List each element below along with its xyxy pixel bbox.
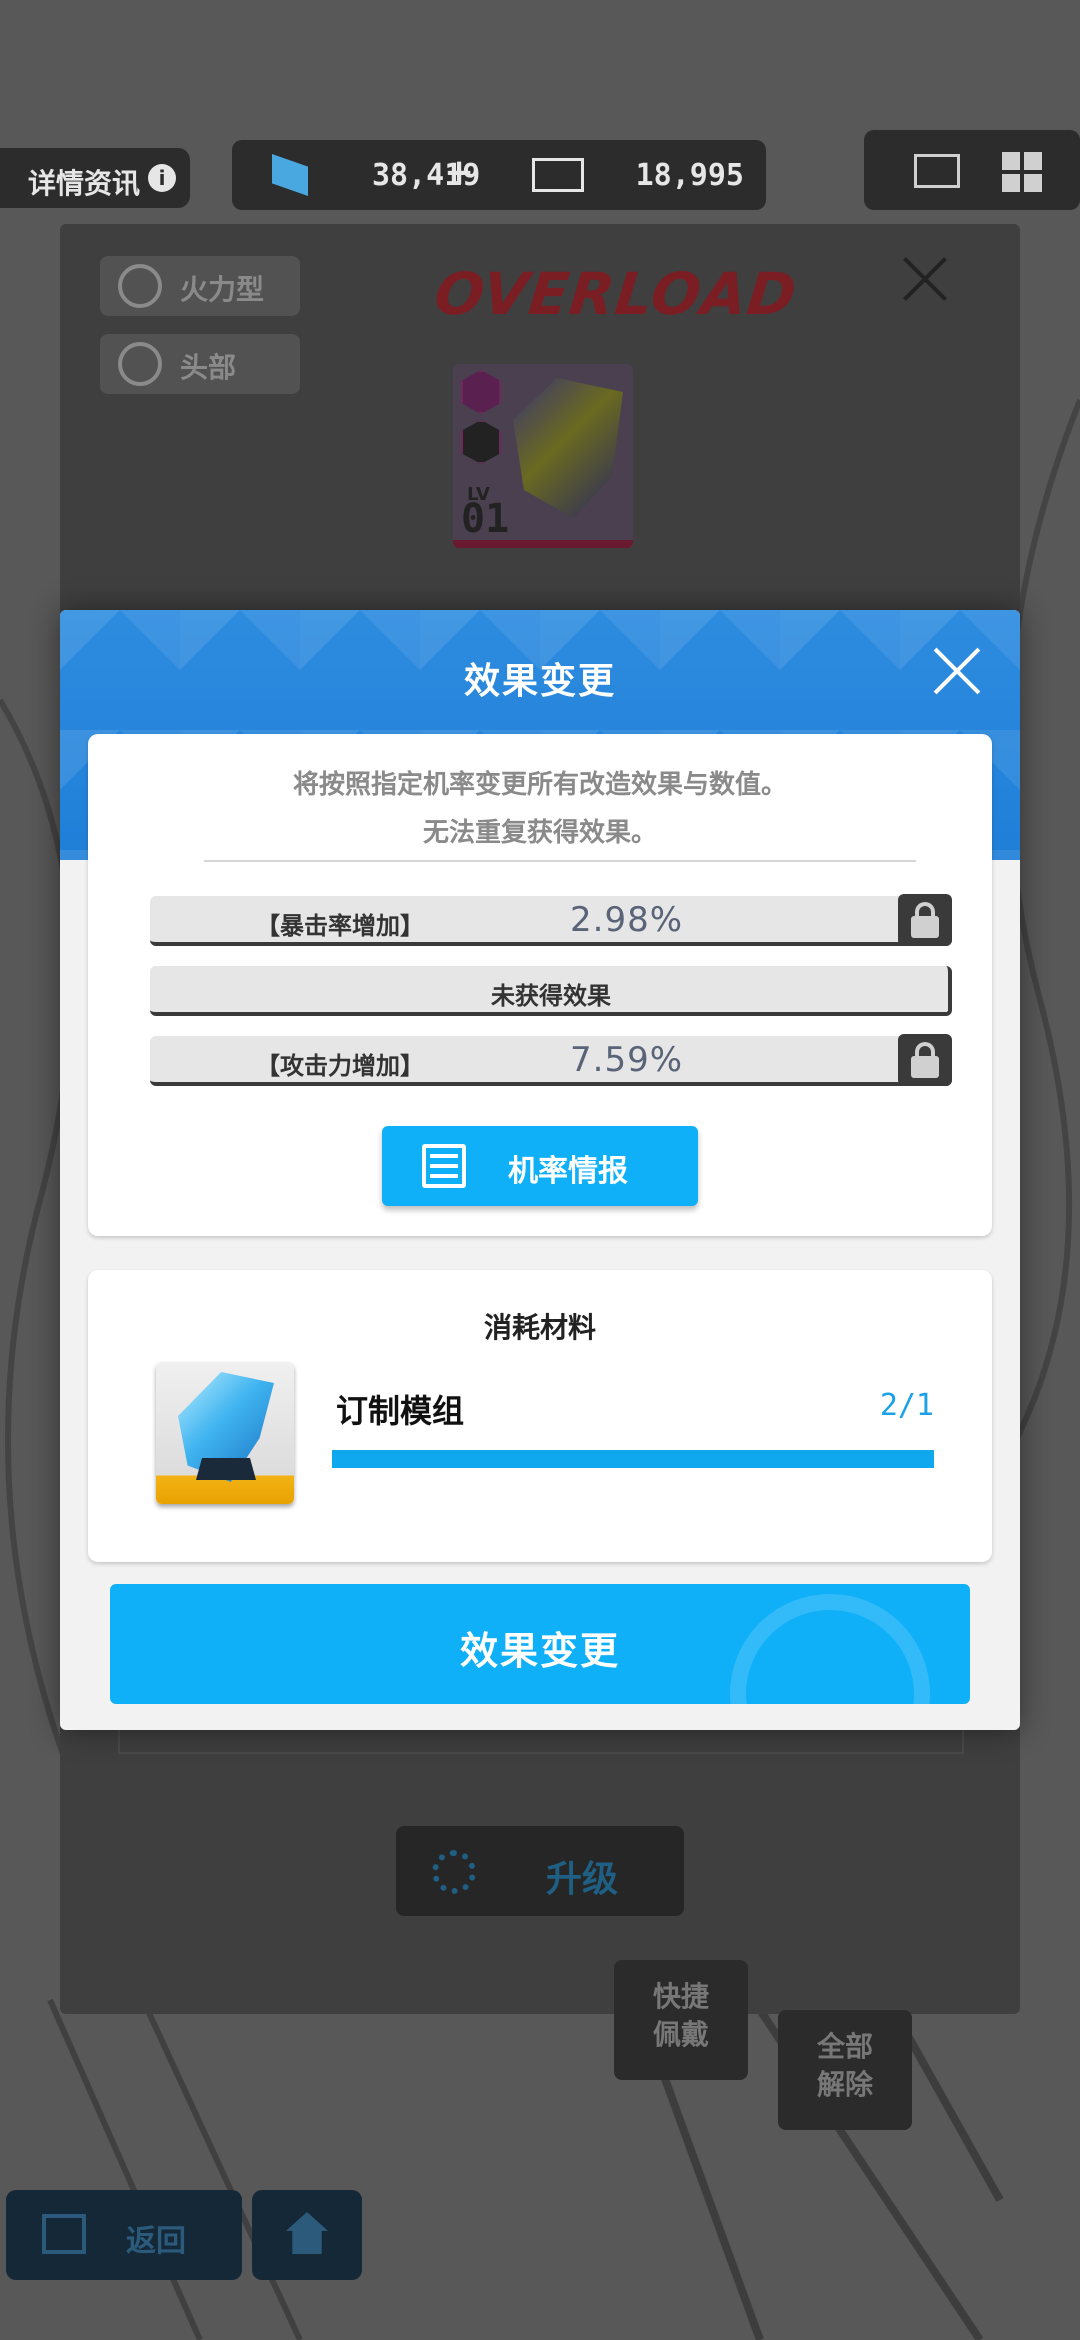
description-line-2: 无法重复获得效果。 (422, 818, 657, 848)
effect-empty-label: 未获得效果 (491, 982, 611, 1010)
home-icon (286, 2212, 328, 2254)
materials-title: 消耗材料 (483, 1311, 596, 1344)
head-module-art (513, 378, 623, 518)
menu-grid-icon[interactable] (1002, 152, 1042, 192)
tag-head-label: 头部 (180, 351, 237, 384)
back-button[interactable]: 返回 (6, 2190, 242, 2280)
confirm-effect-change-label: 效果变更 (459, 1629, 620, 1673)
effect-value: 2.98% (570, 900, 684, 940)
lock-icon (911, 1042, 939, 1078)
rarity-hex-icon (461, 370, 501, 414)
probability-info-label: 机率情报 (508, 1154, 628, 1189)
tag-head: 头部 (100, 334, 300, 394)
divider (204, 860, 916, 862)
lock-toggle-button[interactable] (898, 894, 952, 946)
lock-toggle-button[interactable] (898, 1034, 952, 1086)
panel-close-icon[interactable] (900, 254, 950, 304)
effect-row-crit-rate: 【暴击率增加】 2.98% (150, 894, 952, 946)
add-currency-button[interactable]: + (444, 152, 474, 193)
effect-name: 【攻击力增加】 (256, 1052, 424, 1080)
detail-info-button[interactable]: 详情资讯 i (0, 148, 190, 208)
module-card: LV 01 (453, 364, 633, 548)
firepower-icon (118, 264, 162, 308)
material-count: 2/1 (879, 1388, 934, 1423)
effect-change-dialog: 效果变更 将按照指定机率变更所有改造效果与数值。 无法重复获得效果。 【暴击率增… (60, 610, 1020, 1730)
currency-bar: 38,419 + 18,995 (232, 140, 766, 210)
back-label: 返回 (126, 2224, 186, 2259)
material-item-slot[interactable] (156, 1362, 294, 1504)
probability-info-button[interactable]: 机率情报 (382, 1126, 698, 1206)
upgrade-button[interactable]: 升级 (396, 1826, 684, 1916)
confirm-effect-change-button[interactable]: 效果变更 (110, 1584, 970, 1704)
top-right-menu (864, 130, 1080, 210)
close-icon[interactable] (932, 646, 982, 696)
credit-currency-value: 18,995 (635, 158, 744, 193)
back-icon (42, 2214, 86, 2254)
overload-logo: OVERLOAD (431, 260, 801, 328)
tag-firepower-label: 火力型 (180, 273, 265, 306)
detail-info-label: 详情资讯 (28, 167, 141, 200)
upgrade-label: 升级 (546, 1859, 619, 1900)
upgrade-icon (432, 1850, 476, 1894)
release-all-button[interactable]: 全部解除 (778, 2010, 912, 2130)
material-name: 订制模组 (336, 1392, 465, 1430)
list-icon (422, 1144, 466, 1188)
material-progress-bar (332, 1450, 934, 1468)
class-hex-icon (461, 420, 501, 464)
head-icon (118, 342, 162, 386)
mail-icon[interactable] (914, 154, 960, 188)
quick-equip-label: 快捷佩戴 (652, 1980, 709, 2051)
material-progress-fill (332, 1450, 934, 1468)
gem-currency-icon (272, 154, 308, 196)
module-level-value: 01 (461, 496, 510, 542)
effect-name: 【暴击率增加】 (256, 912, 424, 940)
crystal-base (196, 1458, 256, 1480)
quick-equip-button[interactable]: 快捷佩戴 (614, 1960, 748, 2080)
effects-card: 将按照指定机率变更所有改造效果与数值。 无法重复获得效果。 【暴击率增加】 2.… (88, 734, 992, 1236)
home-button[interactable] (252, 2190, 362, 2280)
tag-firepower: 火力型 (100, 256, 300, 316)
effect-row-empty: 未获得效果 (150, 966, 952, 1016)
dialog-title: 效果变更 (463, 661, 616, 702)
info-icon: i (148, 164, 176, 192)
materials-card: 消耗材料 订制模组 2/1 (88, 1270, 992, 1562)
effect-row-attack: 【攻击力增加】 7.59% (150, 1034, 952, 1086)
description-line-1: 将按照指定机率变更所有改造效果与数值。 (292, 770, 787, 800)
credit-currency-icon (532, 158, 584, 192)
effect-value: 7.59% (570, 1040, 684, 1080)
lock-icon (911, 902, 939, 938)
release-all-label: 全部解除 (816, 2030, 873, 2101)
